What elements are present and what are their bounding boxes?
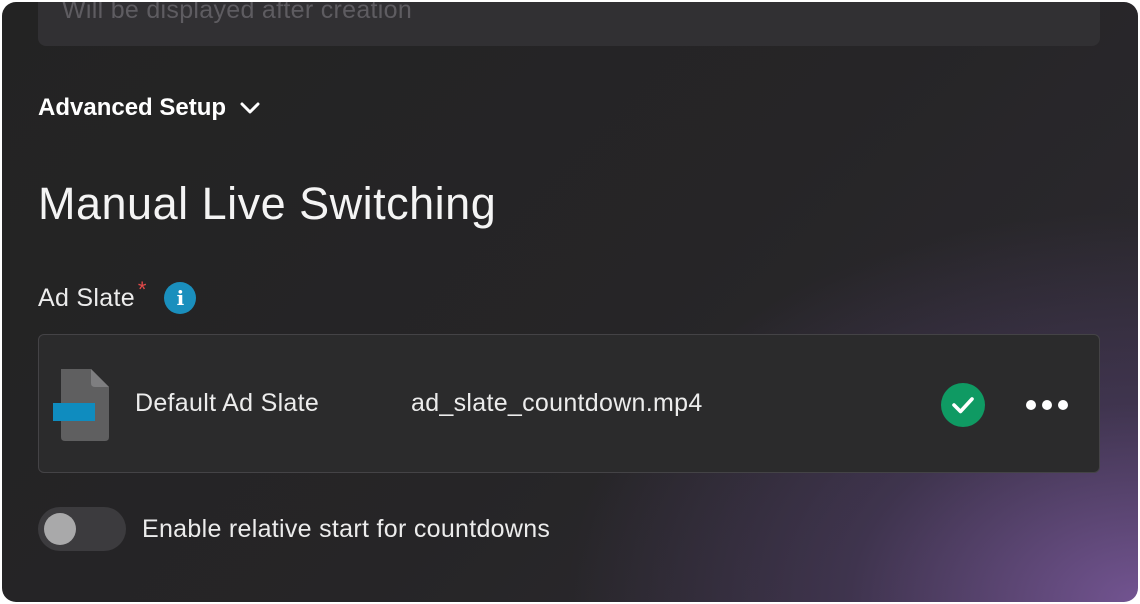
ad-slate-name: Default Ad Slate (135, 389, 320, 417)
ad-slate-filename: ad_slate_countdown.mp4 (411, 389, 703, 417)
advanced-setup-panel: Will be displayed after creation Advance… (2, 2, 1138, 602)
relative-start-toggle[interactable] (38, 507, 126, 551)
relative-start-label: Enable relative start for countdowns (142, 514, 551, 543)
more-horizontal-icon-dot (1058, 400, 1068, 410)
section-title: Manual Live Switching (38, 178, 497, 229)
required-mark: * (137, 277, 147, 302)
display-info-field: Will be displayed after creation (38, 2, 1100, 46)
display-info-placeholder: Will be displayed after creation (62, 2, 413, 24)
check-circle-icon (941, 383, 985, 427)
ad-slate-item[interactable]: Default Ad Slate ad_slate_countdown.mp4 (38, 334, 1100, 473)
more-horizontal-icon-dot (1042, 400, 1052, 410)
ad-slate-label-row: Ad Slate * i (38, 277, 197, 318)
advanced-setup-label: Advanced Setup (38, 94, 227, 121)
toggle-knob (44, 513, 76, 545)
relative-start-row: Enable relative start for countdowns (38, 506, 550, 552)
advanced-setup-toggle[interactable]: Advanced Setup (38, 90, 262, 126)
checkmark-icon (952, 397, 974, 414)
ad-slate-label: Ad Slate (38, 283, 135, 312)
video-file-icon (53, 369, 109, 441)
more-options-button[interactable] (1019, 385, 1075, 425)
chevron-down-icon (240, 102, 260, 114)
more-horizontal-icon (1026, 400, 1036, 410)
info-icon[interactable]: i (164, 282, 197, 314)
info-glyph: i (176, 286, 185, 310)
